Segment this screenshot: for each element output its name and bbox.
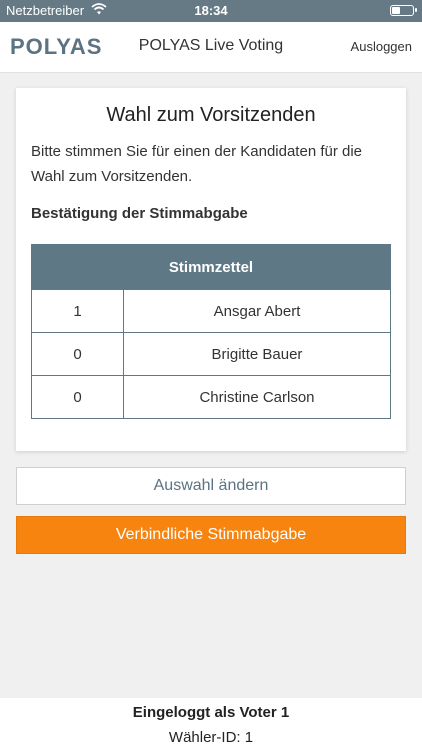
candidate-name: Ansgar Abert [123,289,391,333]
change-selection-button[interactable]: Auswahl ändern [16,467,406,505]
table-row: 1 Ansgar Abert [31,289,391,333]
battery-icon [390,5,417,16]
table-row: 0 Brigitte Bauer [31,332,391,376]
election-title: Wahl zum Vorsitzenden [106,104,316,126]
submit-vote-button[interactable]: Verbindliche Stimmabgabe [16,516,406,554]
ballot-confirmation-card: Wahl zum Vorsitzenden Bitte stimmen Sie … [16,88,406,451]
status-bar: Netzbetreiber 18:34 [0,0,422,22]
table-row: 0 Christine Carlson [31,375,391,419]
logout-link[interactable]: Ausloggen [351,39,412,54]
ballot-table: Stimmzettel 1 Ansgar Abert 0 Brigitte Ba… [31,244,391,419]
vote-count: 0 [31,332,124,376]
vote-count: 1 [31,289,124,333]
clock: 18:34 [194,3,228,18]
candidate-name: Brigitte Bauer [123,332,391,376]
election-description: Bitte stimmen Sie für einen der Kandidat… [31,143,363,185]
battery-fill [392,7,400,14]
navbar: POLYAS POLYAS Live Voting Ausloggen [0,22,422,73]
polyas-logo: POLYAS [10,34,103,59]
footer: Eingeloggt als Voter 1 Wähler-ID: 1 [0,698,422,750]
logged-in-label: Eingeloggt als Voter 1 [132,704,290,721]
ballot-table-header: Stimmzettel [31,244,391,290]
vote-count: 0 [31,375,124,419]
candidate-name: Christine Carlson [123,375,391,419]
confirmation-heading: Bestätigung der Stimmabgabe [31,205,248,222]
voter-id-label: Wähler-ID: 1 [168,729,254,746]
